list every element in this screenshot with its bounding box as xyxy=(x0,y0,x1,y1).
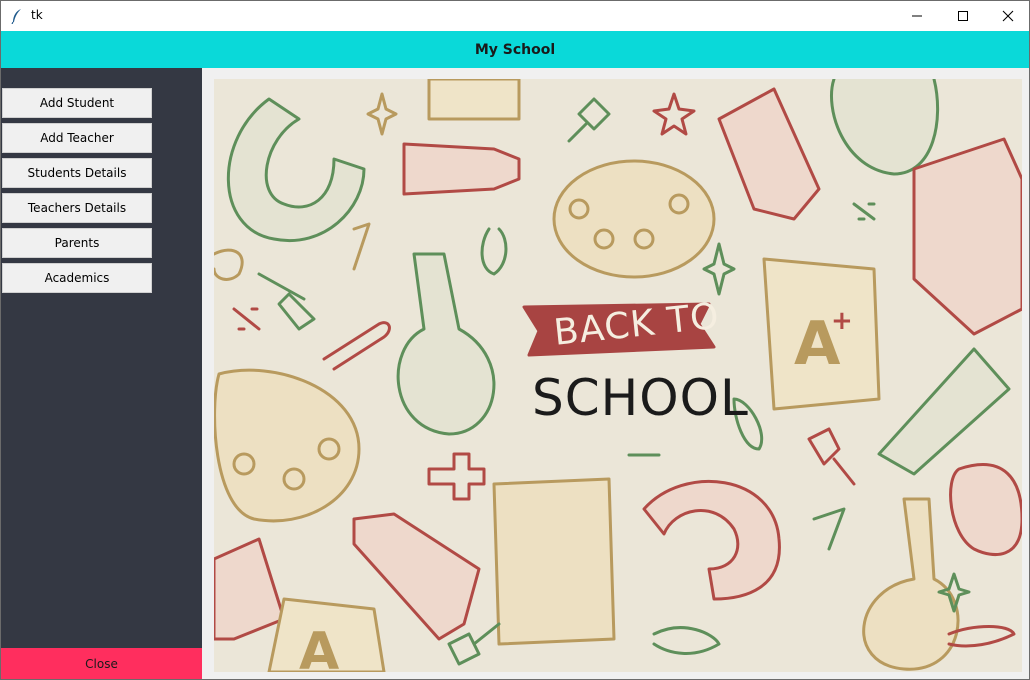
add-teacher-button[interactable]: Add Teacher xyxy=(2,123,152,153)
back-to-school-image: A + A BACK TO SCHOOL xyxy=(214,79,1022,672)
academics-button[interactable]: Academics xyxy=(2,263,152,293)
minimize-icon xyxy=(912,15,922,17)
parents-button[interactable]: Parents xyxy=(2,228,152,258)
sidebar: Add Student Add Teacher Students Details… xyxy=(1,68,202,679)
main-content: A + A BACK TO SCHOOL xyxy=(202,68,1029,679)
svg-text:+: + xyxy=(831,306,853,336)
teachers-details-button[interactable]: Teachers Details xyxy=(2,193,152,223)
window-title: tk xyxy=(31,8,43,22)
close-icon xyxy=(1002,10,1014,22)
students-details-button[interactable]: Students Details xyxy=(2,158,152,188)
banner-school-text: SCHOOL xyxy=(532,369,749,427)
maximize-icon xyxy=(958,11,968,21)
add-student-button[interactable]: Add Student xyxy=(2,88,152,118)
app-header: My School xyxy=(1,31,1029,68)
close-window-button[interactable] xyxy=(985,1,1029,31)
maximize-button[interactable] xyxy=(940,1,986,31)
minimize-button[interactable] xyxy=(894,1,940,31)
feather-icon xyxy=(10,8,24,25)
svg-text:A: A xyxy=(299,622,339,672)
app-window: tk My School Add Student Add Teacher Stu… xyxy=(0,0,1030,680)
page-title: My School xyxy=(474,41,556,58)
close-button[interactable]: Close xyxy=(1,648,202,679)
title-bar[interactable]: tk xyxy=(1,1,1029,31)
